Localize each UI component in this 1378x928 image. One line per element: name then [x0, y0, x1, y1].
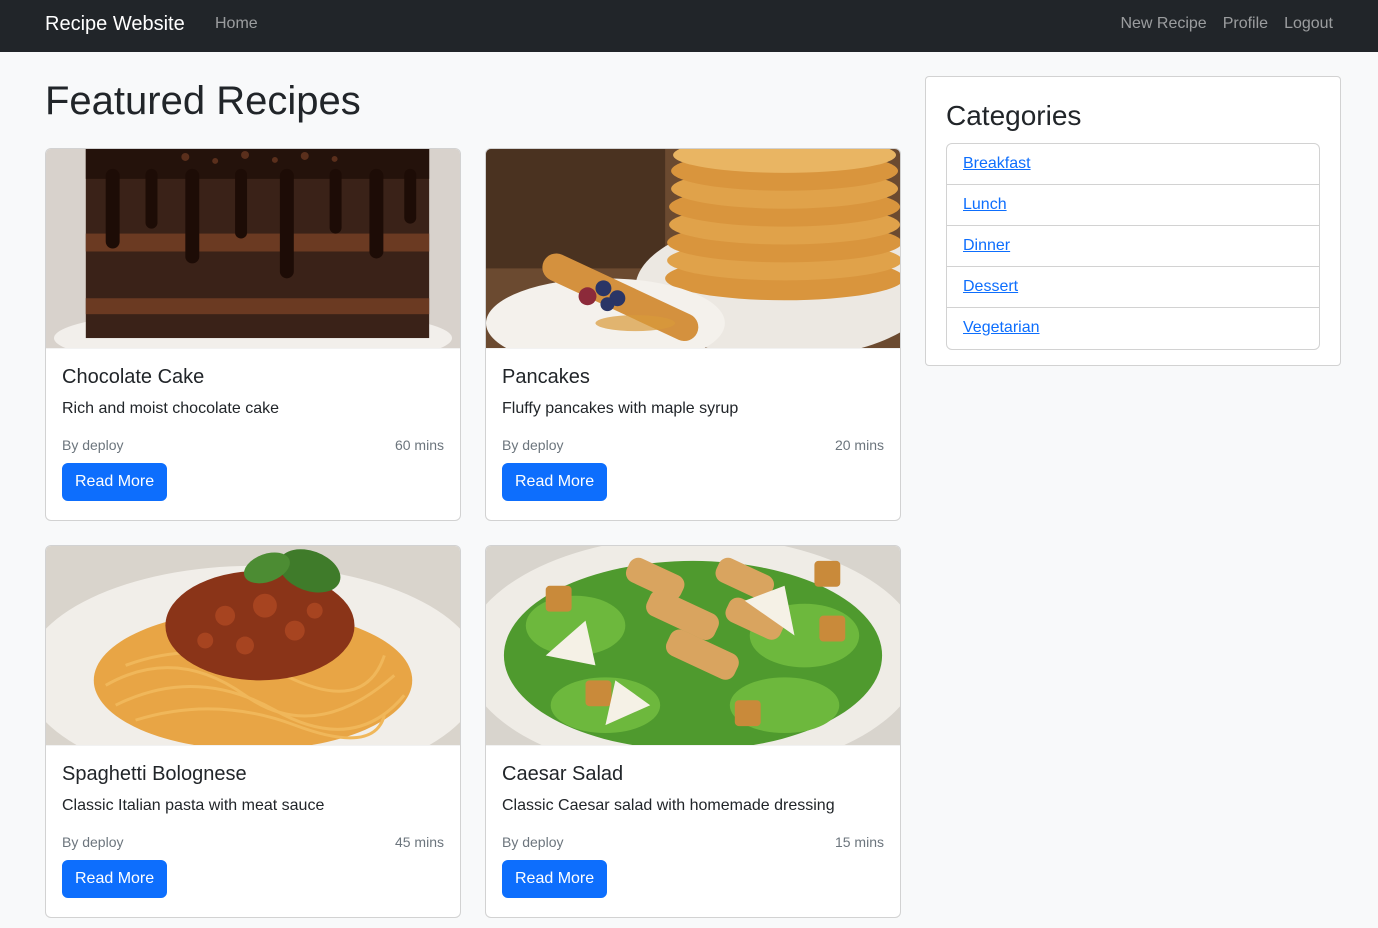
- spaghetti-image: [46, 546, 460, 746]
- card-title: Chocolate Cake: [62, 366, 205, 388]
- card-title: Pancakes: [502, 366, 590, 388]
- category-item-dessert: Dessert: [947, 267, 1319, 308]
- card-description: Rich and moist chocolate cake: [62, 400, 279, 417]
- category-item-lunch: Lunch: [947, 185, 1319, 226]
- category-link-lunch[interactable]: Lunch: [963, 196, 1007, 213]
- caesar-salad-image: [486, 546, 900, 746]
- page-title: Featured Recipes: [45, 79, 361, 123]
- card-author: By deploy: [62, 437, 124, 453]
- card-time: 60 mins: [394, 437, 444, 453]
- recipe-card: Chocolate Cake Rich and moist chocolate …: [45, 148, 461, 521]
- card-description: Fluffy pancakes with maple syrup: [502, 400, 739, 417]
- card-time: 15 mins: [834, 834, 884, 850]
- category-link-dessert[interactable]: Dessert: [963, 278, 1018, 295]
- card-meta: By deploy 60 mins: [62, 435, 444, 455]
- recipe-card: Pancakes Fluffy pancakes with maple syru…: [485, 148, 901, 521]
- card-author: By deploy: [62, 834, 124, 850]
- card-meta: By deploy 20 mins: [502, 435, 884, 455]
- category-item-dinner: Dinner: [947, 226, 1319, 267]
- navbar: Recipe Website Home New Recipe Profile L…: [0, 0, 1378, 52]
- nav-profile-link[interactable]: Profile: [1223, 14, 1268, 34]
- card-author: By deploy: [502, 437, 564, 453]
- card-title: Caesar Salad: [502, 763, 624, 785]
- card-meta: By deploy 45 mins: [62, 832, 444, 852]
- recipe-card: Spaghetti Bolognese Classic Italian past…: [45, 545, 461, 918]
- card-meta: By deploy 15 mins: [502, 832, 884, 852]
- card-time: 45 mins: [394, 834, 444, 850]
- card-body: Spaghetti Bolognese Classic Italian past…: [46, 746, 460, 917]
- card-body: Caesar Salad Classic Caesar salad with h…: [486, 746, 900, 917]
- nav-logout-link[interactable]: Logout: [1284, 14, 1333, 34]
- category-link-vegetarian[interactable]: Vegetarian: [963, 319, 1040, 336]
- category-link-breakfast[interactable]: Breakfast: [963, 155, 1031, 172]
- nav-new-recipe-link[interactable]: New Recipe: [1120, 14, 1206, 34]
- category-item-vegetarian: Vegetarian: [947, 308, 1319, 349]
- category-link-dinner[interactable]: Dinner: [963, 237, 1010, 254]
- card-body: Chocolate Cake Rich and moist chocolate …: [46, 349, 460, 520]
- card-body: Pancakes Fluffy pancakes with maple syru…: [486, 349, 900, 520]
- chocolate-cake-image: [46, 149, 460, 349]
- brand-link[interactable]: Recipe Website: [45, 12, 185, 36]
- card-author: By deploy: [502, 834, 564, 850]
- nav-right-group: New Recipe Profile Logout: [1120, 14, 1333, 34]
- card-description: Classic Italian pasta with meat sauce: [62, 797, 325, 814]
- recipe-card: Caesar Salad Classic Caesar salad with h…: [485, 545, 901, 918]
- category-item-breakfast: Breakfast: [947, 144, 1319, 185]
- card-description: Classic Caesar salad with homemade dress…: [502, 797, 835, 814]
- read-more-button[interactable]: Read More: [502, 860, 608, 898]
- pancakes-image: [486, 149, 900, 349]
- read-more-button[interactable]: Read More: [62, 463, 168, 501]
- categories-title: Categories: [946, 100, 1082, 131]
- card-time: 20 mins: [834, 437, 884, 453]
- categories-sidebar: Categories Breakfast Lunch Dinner Desser…: [925, 76, 1341, 366]
- read-more-button[interactable]: Read More: [502, 463, 608, 501]
- read-more-button[interactable]: Read More: [62, 860, 168, 898]
- categories-list: Breakfast Lunch Dinner Dessert Vegetaria…: [946, 143, 1320, 350]
- card-title: Spaghetti Bolognese: [62, 763, 247, 785]
- nav-home-link[interactable]: Home: [215, 14, 258, 34]
